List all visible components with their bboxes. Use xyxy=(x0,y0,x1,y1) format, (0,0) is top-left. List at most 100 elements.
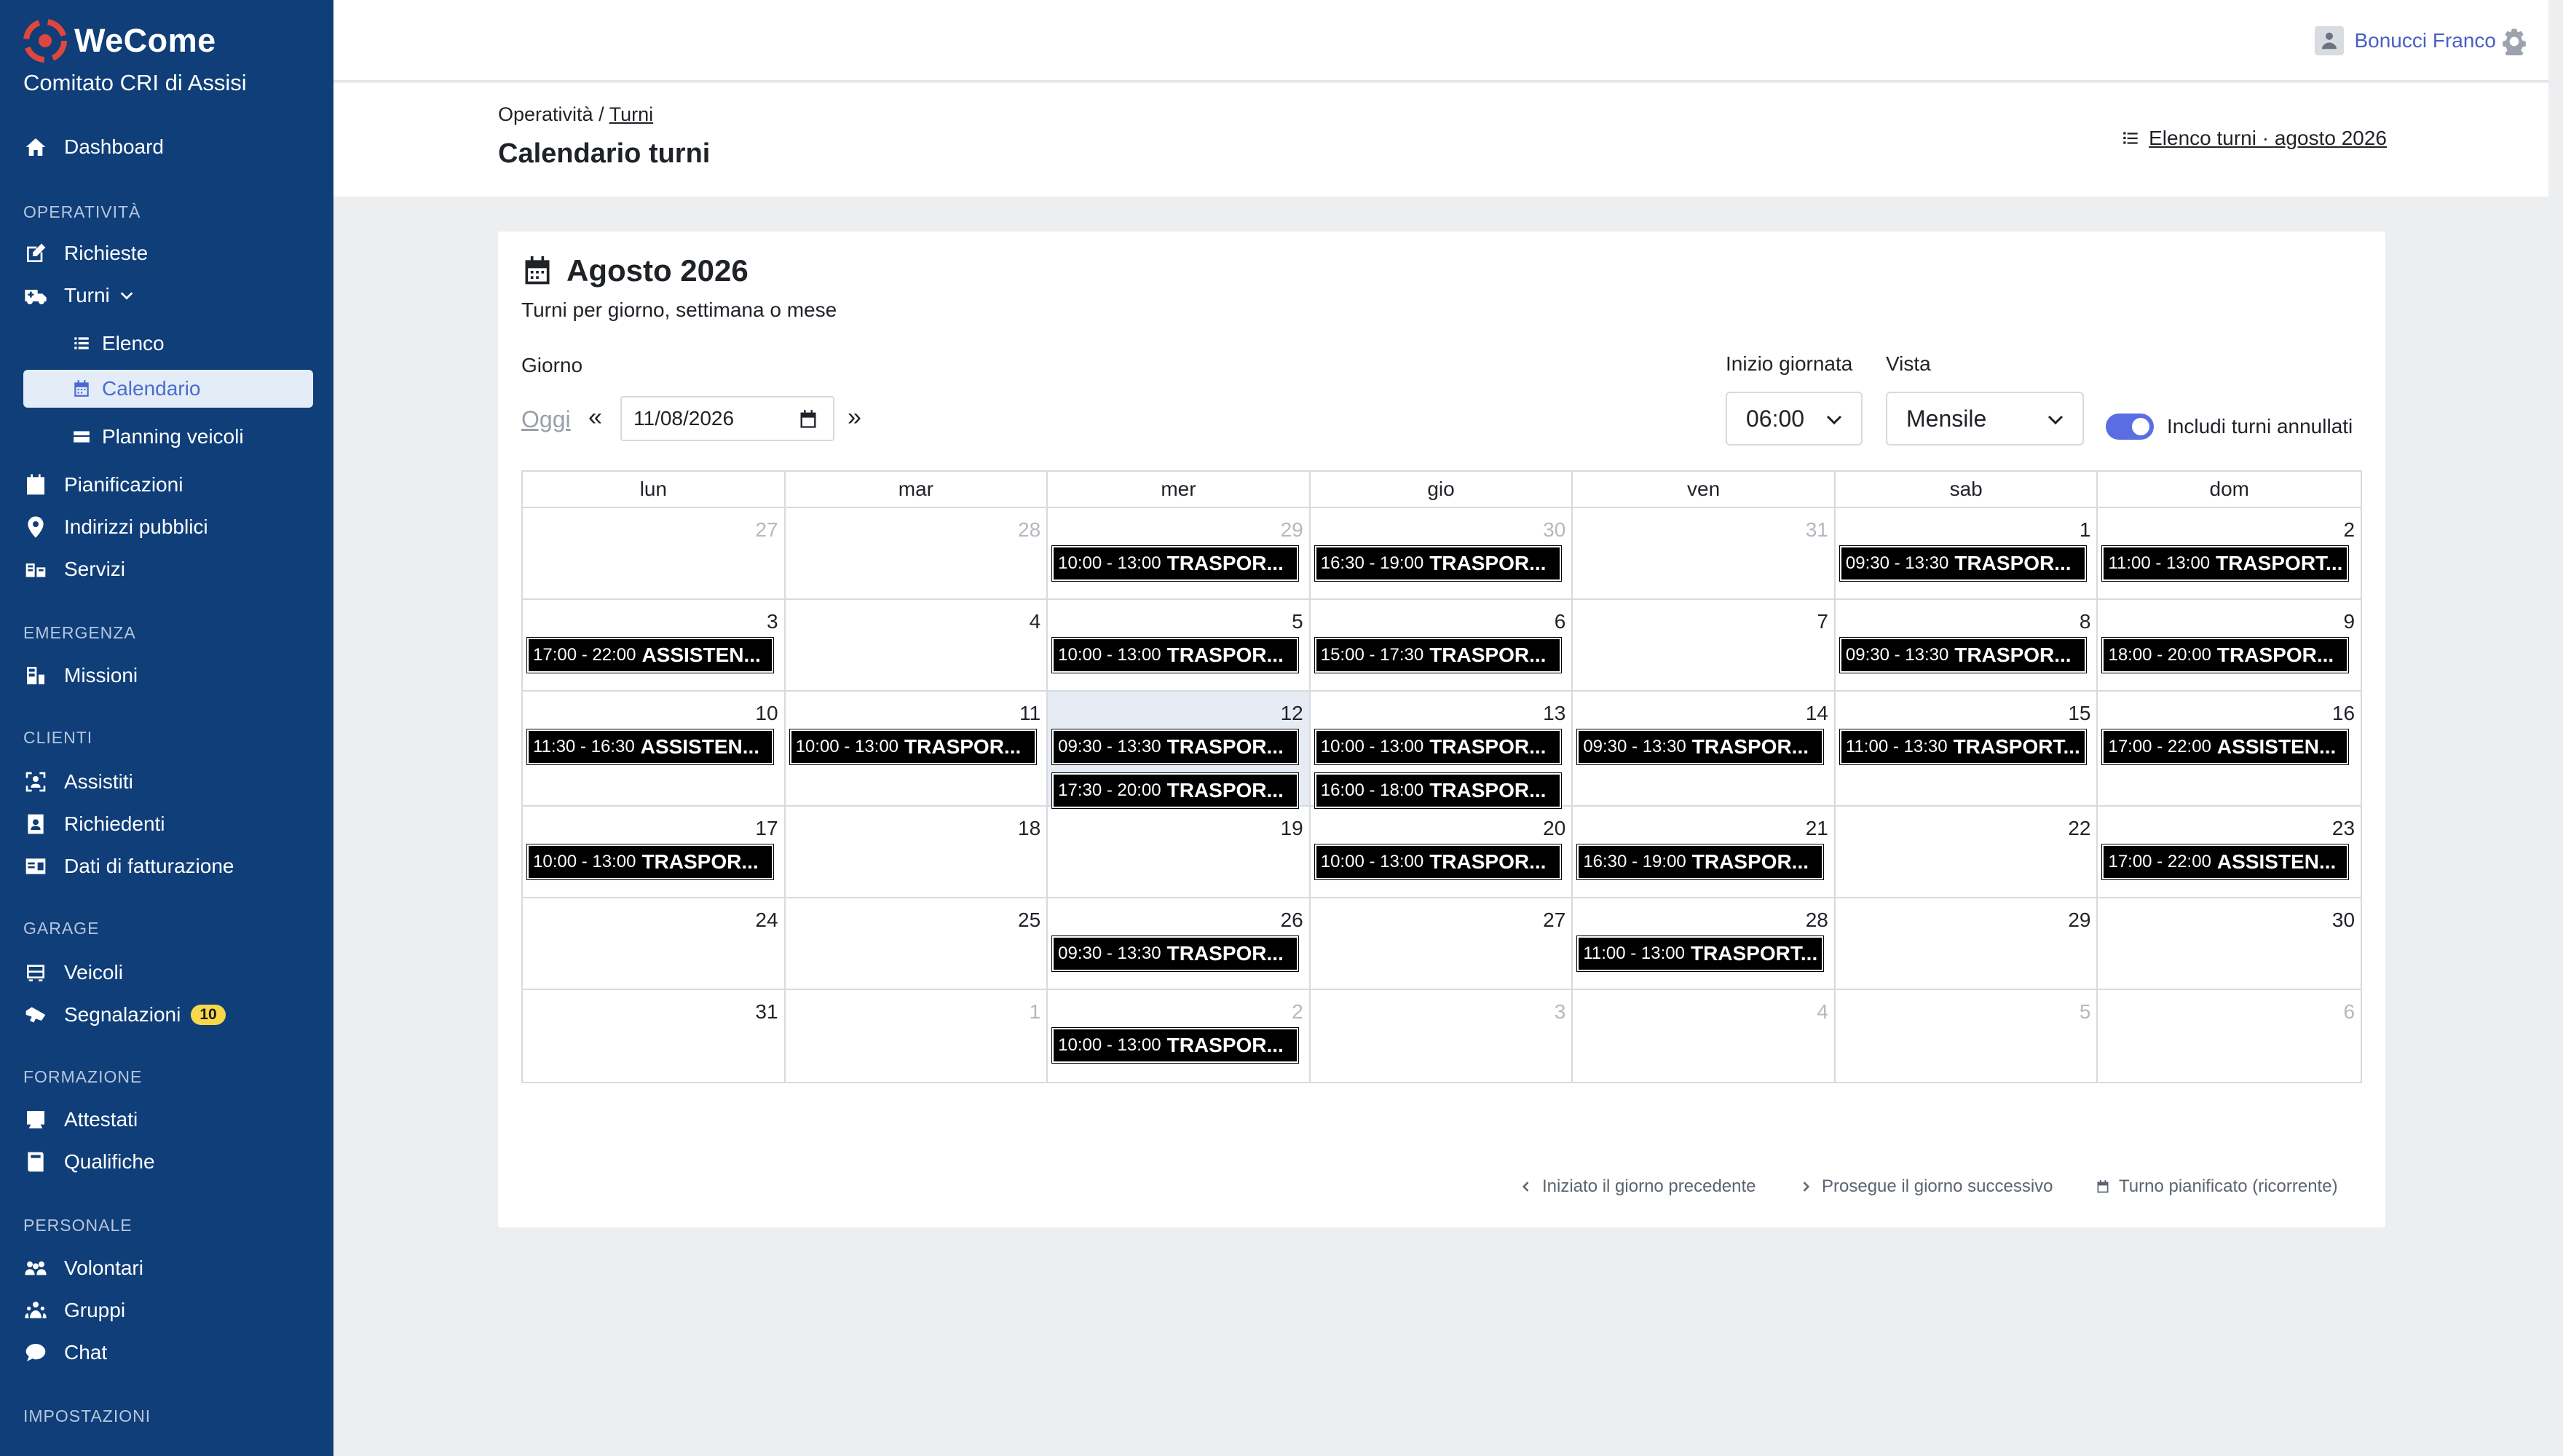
day-cell[interactable]: 27 xyxy=(1310,898,1573,990)
today-button[interactable]: Oggi xyxy=(521,406,571,433)
shift-event[interactable]: 10:00 - 13:00 TRASPOR... xyxy=(1051,637,1300,673)
day-cell[interactable]: 21 16:30 - 19:00 TRASPOR... xyxy=(1573,807,1836,898)
sidebar-item-dashboard[interactable]: Dashboard xyxy=(23,128,164,166)
shift-event[interactable]: 11:30 - 16:30 ASSISTEN... xyxy=(526,729,774,765)
day-cell[interactable]: 15 11:00 - 13:30 TRASPORT... xyxy=(1835,692,2098,807)
sidebar-item-richiedenti[interactable]: Richiedenti xyxy=(23,805,165,843)
shift-event[interactable]: 18:00 - 20:00 TRASPOR... xyxy=(2101,637,2350,673)
shift-event[interactable]: 10:00 - 13:00 TRASPOR... xyxy=(1051,545,1300,582)
day-cell[interactable]: 7 xyxy=(1573,600,1836,692)
sidebar-item-qualifiche[interactable]: Qualifiche xyxy=(23,1143,155,1181)
sidebar-item-assistiti[interactable]: Assistiti xyxy=(23,763,133,801)
sidebar-item-segnalazioni[interactable]: Segnalazioni 10 xyxy=(23,996,226,1034)
day-cell[interactable]: 27 xyxy=(523,508,786,600)
sidebar-item-missioni[interactable]: Missioni xyxy=(23,657,138,695)
day-cell[interactable]: 4 xyxy=(1573,990,1836,1082)
day-cell[interactable]: 29 10:00 - 13:00 TRASPOR... xyxy=(1048,508,1311,600)
day-cell[interactable]: 28 11:00 - 13:00 TRASPORT... xyxy=(1573,898,1836,990)
sidebar-item-attestati[interactable]: Attestati xyxy=(23,1101,138,1139)
day-cell-today[interactable]: 12 09:30 - 13:30 TRASPOR... 17:30 - 20:00 TR… xyxy=(1048,692,1311,809)
sidebar-item-servizi[interactable]: Servizi xyxy=(23,550,125,588)
day-cell[interactable]: 10 11:30 - 16:30 ASSISTEN... xyxy=(523,692,786,807)
view-select[interactable]: Mensile xyxy=(1886,392,2084,446)
day-cell[interactable]: 29 xyxy=(1835,898,2098,990)
shift-event[interactable]: 09:30 - 13:30 TRASPOR... xyxy=(1051,729,1300,765)
day-cell[interactable]: 5 10:00 - 13:00 TRASPOR... xyxy=(1048,600,1311,692)
shift-event[interactable]: 16:30 - 19:00 TRASPOR... xyxy=(1314,545,1562,582)
day-cell[interactable]: 8 09:30 - 13:30 TRASPOR... xyxy=(1835,600,2098,692)
day-cell[interactable]: 4 xyxy=(785,600,1048,692)
shift-event[interactable]: 10:00 - 13:00 TRASPOR... xyxy=(1314,844,1562,880)
day-cell[interactable]: 6 15:00 - 17:30 TRASPOR... xyxy=(1310,600,1573,692)
next-button[interactable]: » xyxy=(848,403,861,432)
day-cell[interactable]: 28 xyxy=(785,508,1048,600)
sidebar-item-indirizzi-pubblici[interactable]: Indirizzi pubblici xyxy=(23,508,208,546)
day-cell[interactable]: 1 09:30 - 13:30 TRASPOR... xyxy=(1835,508,2098,600)
sidebar-item-dati-fatturazione[interactable]: Dati di fatturazione xyxy=(23,847,234,885)
day-cell[interactable]: 31 xyxy=(1573,508,1836,600)
day-cell[interactable]: 9 18:00 - 20:00 TRASPOR... xyxy=(2098,600,2361,692)
day-cell[interactable]: 19 xyxy=(1048,807,1311,898)
day-cell[interactable]: 2 11:00 - 13:00 TRASPORT... xyxy=(2098,508,2361,600)
shift-event[interactable]: 17:00 - 22:00 ASSISTEN... xyxy=(2101,844,2350,880)
day-cell[interactable]: 6 xyxy=(2098,990,2361,1082)
sidebar-item-veicoli[interactable]: Veicoli xyxy=(23,954,123,992)
sidebar-item-richieste[interactable]: Richieste xyxy=(23,234,148,272)
sidebar-item-volontari[interactable]: Volontari xyxy=(23,1249,143,1287)
shift-event[interactable]: 09:30 - 13:30 TRASPOR... xyxy=(1839,545,2087,582)
day-cell[interactable]: 5 xyxy=(1836,990,2098,1082)
brand[interactable]: WeCome xyxy=(23,19,216,63)
shift-event[interactable]: 16:30 - 19:00 TRASPOR... xyxy=(1576,844,1825,880)
day-cell[interactable]: 26 09:30 - 13:30 TRASPOR... xyxy=(1048,898,1311,990)
shift-event[interactable]: 10:00 - 13:00 TRASPOR... xyxy=(1051,1027,1300,1064)
day-cell[interactable]: 11 10:00 - 13:00 TRASPOR... xyxy=(785,692,1048,807)
sidebar-item-elenco[interactable]: Elenco xyxy=(71,325,165,363)
day-cell[interactable]: 20 10:00 - 13:00 TRASPOR... xyxy=(1310,807,1573,898)
day-cell[interactable]: 18 xyxy=(785,807,1048,898)
shift-event[interactable]: 16:00 - 18:00 TRASPOR... xyxy=(1314,772,1562,809)
day-cell[interactable]: 3 17:00 - 22:00 ASSISTEN... xyxy=(523,600,786,692)
sidebar-item-calendario[interactable]: Calendario xyxy=(23,370,313,408)
sidebar-item-chat[interactable]: Chat xyxy=(23,1334,107,1372)
shift-event[interactable]: 15:00 - 17:30 TRASPOR... xyxy=(1314,637,1562,673)
shift-event[interactable]: 09:30 - 13:30 TRASPOR... xyxy=(1051,935,1300,972)
day-cell[interactable]: 13 10:00 - 13:00 TRASPOR... 16:00 - 18:00 TR… xyxy=(1310,692,1573,809)
day-cell[interactable]: 31 xyxy=(523,990,786,1082)
shift-event[interactable]: 10:00 - 13:00 TRASPOR... xyxy=(789,729,1037,765)
shift-event[interactable]: 11:00 - 13:00 TRASPORT... xyxy=(1576,935,1825,972)
shift-list-link[interactable]: Elenco turni · agosto 2026 xyxy=(2121,127,2387,150)
shift-event[interactable]: 10:00 - 13:00 TRASPOR... xyxy=(526,844,774,880)
calendar-picker-icon[interactable] xyxy=(798,409,818,430)
shift-event[interactable]: 11:00 - 13:00 TRASPORT... xyxy=(2101,545,2350,582)
day-cell[interactable]: 25 xyxy=(785,898,1048,990)
include-cancelled-toggle[interactable] xyxy=(2106,414,2154,440)
shift-event[interactable]: 17:00 - 22:00 ASSISTEN... xyxy=(2101,729,2350,765)
date-input[interactable]: 11/08/2026 xyxy=(620,396,834,441)
shift-event[interactable]: 09:30 - 13:30 TRASPOR... xyxy=(1576,729,1825,765)
sidebar-item-gruppi[interactable]: Gruppi xyxy=(23,1291,125,1329)
day-cell[interactable]: 3 xyxy=(1311,990,1573,1082)
shift-event[interactable]: 17:30 - 20:00 TRASPOR... xyxy=(1051,772,1300,809)
day-cell[interactable]: 24 xyxy=(523,898,786,990)
day-cell[interactable]: 1 xyxy=(786,990,1048,1082)
user-menu[interactable]: Bonucci Franco xyxy=(2315,26,2496,55)
shift-event[interactable]: 17:00 - 22:00 ASSISTEN... xyxy=(526,637,774,673)
shift-event[interactable]: 10:00 - 13:00 TRASPOR... xyxy=(1314,729,1562,765)
prev-button[interactable]: « xyxy=(588,403,602,432)
day-cell[interactable]: 17 10:00 - 13:00 TRASPOR... xyxy=(523,807,786,898)
start-time-select[interactable]: 06:00 xyxy=(1726,392,1863,446)
day-cell[interactable]: 14 09:30 - 13:30 TRASPOR... xyxy=(1573,692,1836,807)
day-cell[interactable]: 22 xyxy=(1835,807,2098,898)
settings-gear-icon[interactable] xyxy=(2500,28,2528,59)
day-cell[interactable]: 23 17:00 - 22:00 ASSISTEN... xyxy=(2098,807,2361,898)
breadcrumb-link-turni[interactable]: Turni xyxy=(609,103,654,125)
sidebar-item-turni[interactable]: Turni xyxy=(23,277,135,314)
shift-event[interactable]: 09:30 - 13:30 TRASPOR... xyxy=(1839,637,2087,673)
shift-event[interactable]: 11:00 - 13:30 TRASPORT... xyxy=(1839,729,2087,765)
day-cell[interactable]: 2 10:00 - 13:00 TRASPOR... xyxy=(1048,990,1311,1082)
day-cell[interactable]: 16 17:00 - 22:00 ASSISTEN... xyxy=(2098,692,2361,807)
day-cell[interactable]: 30 16:30 - 19:00 TRASPOR... xyxy=(1310,508,1573,600)
day-cell[interactable]: 30 xyxy=(2098,898,2361,990)
sidebar-item-planning-veicoli[interactable]: Planning veicoli xyxy=(71,418,244,456)
sidebar-item-pianificazioni[interactable]: Pianificazioni xyxy=(23,466,183,504)
